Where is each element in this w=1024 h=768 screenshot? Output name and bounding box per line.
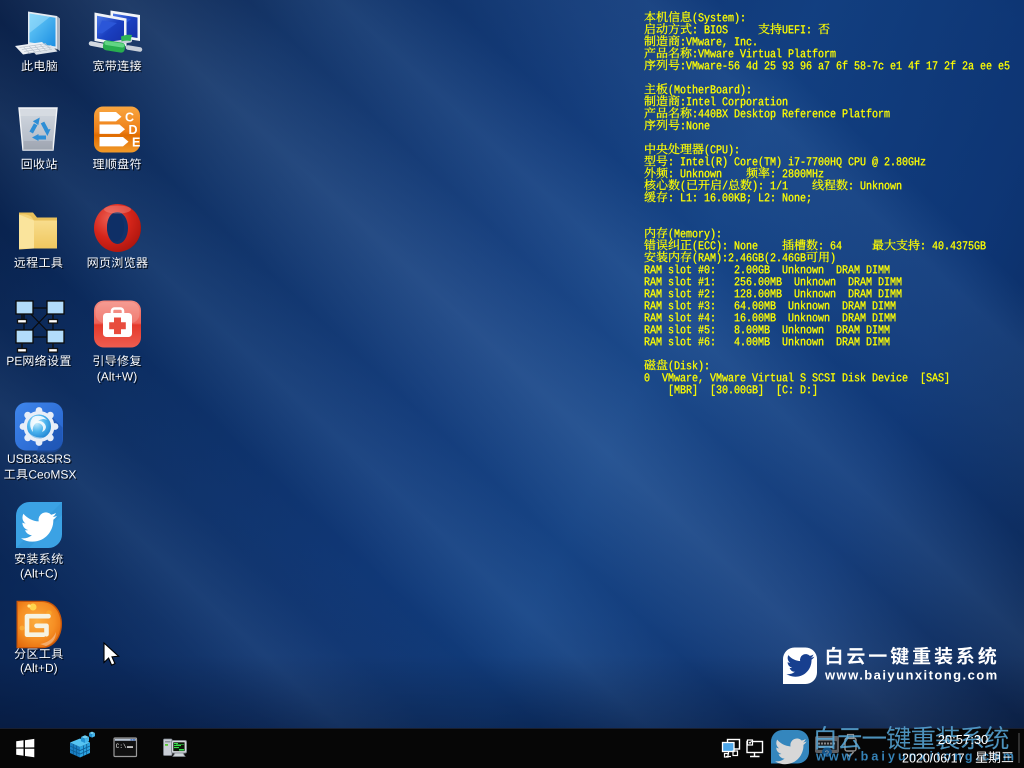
svg-text:www.baiyunxitong.com: www.baiyunxitong.com (824, 668, 999, 683)
svg-text:C:\: C:\ (116, 743, 127, 750)
svg-text:20:57:30: 20:57:30 (938, 732, 989, 747)
svg-text:2020/06/17: 2020/06/17 (902, 752, 965, 766)
svg-text:E: E (132, 136, 140, 150)
